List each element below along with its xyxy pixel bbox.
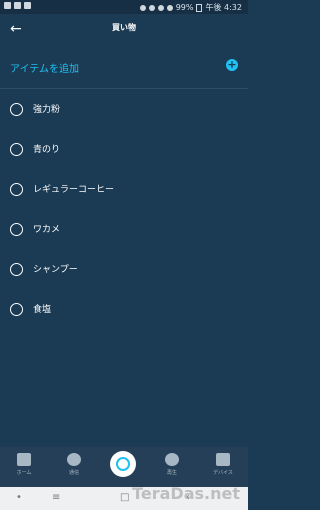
gallery-icon [4,2,11,9]
alexa-icon [116,457,130,471]
battery-percent: 99% [175,3,194,12]
nav-devices[interactable]: デバイス [203,453,243,476]
checkbox-circle[interactable] [10,263,23,276]
signal-icon [166,4,173,11]
header: ← 買い物 [0,14,248,44]
status-right: 99% 午後 4:32 [139,2,242,13]
checkbox-circle[interactable] [10,183,23,196]
tiktok-icon [24,2,31,9]
divider [0,88,248,89]
nav-label: 通信 [68,470,79,476]
nav-label: デバイス [213,470,233,476]
location-icon [139,4,146,11]
list-item: ワカメ [0,219,248,259]
alexa-button[interactable] [110,451,136,477]
list-item: レギュラーコーヒー [0,179,248,219]
nav-communicate[interactable]: 通信 [54,453,94,476]
plus-circle-icon[interactable]: + [226,59,238,71]
wifi-icon [157,4,164,11]
list-item: 青のり [0,139,248,179]
bluetooth-icon [148,4,155,11]
nav-label: 再生 [166,470,177,476]
chat-icon [67,453,81,466]
nav-dot-icon[interactable]: • [16,492,22,503]
checkbox-circle[interactable] [10,143,23,156]
item-label[interactable]: 強力粉 [33,102,60,115]
watermark: TeraDas.net [132,484,240,503]
devices-icon [216,453,230,466]
item-label[interactable]: レギュラーコーヒー [33,182,114,195]
item-label[interactable]: 青のり [33,142,60,155]
status-left-icons [4,2,31,9]
list-item: 食塩 [0,299,248,339]
recent-apps-icon[interactable]: ≡ [52,492,60,503]
checkbox-circle[interactable] [10,303,23,316]
home-icon [17,453,31,466]
item-label[interactable]: ワカメ [33,222,60,235]
add-item-label[interactable]: アイテムを追加 [10,60,79,75]
play-icon [165,453,179,466]
add-item-row[interactable]: アイテムを追加 + [0,55,248,77]
list-item: 強力粉 [0,99,248,139]
item-label[interactable]: 食塩 [33,302,51,315]
shopping-list: 強力粉 青のり レギュラーコーヒー ワカメ シャンプー 食塩 [0,99,248,339]
checkbox-circle[interactable] [10,103,23,116]
checkbox-circle[interactable] [10,223,23,236]
nav-label: ホーム [16,470,32,476]
bottom-nav: ホーム 通信 再生 デバイス [0,447,248,487]
item-label[interactable]: シャンプー [33,262,78,275]
home-square-icon[interactable]: □ [120,492,129,503]
battery-icon [196,3,203,12]
list-item: シャンプー [0,259,248,299]
clock: 午後 4:32 [205,3,242,12]
nav-play[interactable]: 再生 [152,453,192,476]
status-bar: 99% 午後 4:32 [0,0,248,14]
page-title: 買い物 [112,23,136,32]
nav-home[interactable]: ホーム [4,453,44,476]
facebook-icon [14,2,21,9]
